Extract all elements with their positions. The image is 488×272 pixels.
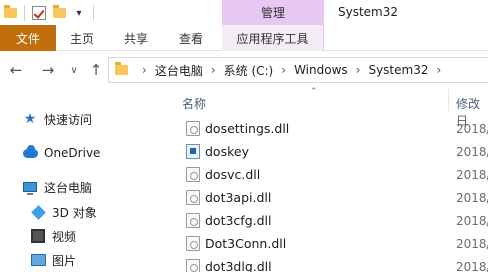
forward-arrow-icon[interactable]: → <box>38 60 58 80</box>
properties-check-icon[interactable] <box>29 3 49 23</box>
navigation-pane: ★ 快速访问 OneDrive 这台电脑 3D 对象 视频 图片 <box>0 89 170 272</box>
customize-toolbar-dropdown-icon[interactable]: ▾ <box>69 3 89 23</box>
toolbar-divider <box>93 5 94 21</box>
dll-file-icon <box>186 167 200 182</box>
column-header-name[interactable]: 名称 <box>182 95 206 112</box>
sidebar-item-label: 这台电脑 <box>44 180 93 195</box>
table-row[interactable]: Dot3Conn.dll 2018/ <box>170 232 488 255</box>
sidebar-item-quick-access[interactable]: ★ 快速访问 <box>22 109 92 129</box>
quick-access-toolbar: ▾ <box>0 2 98 24</box>
chevron-right-icon[interactable]: › <box>436 63 441 77</box>
file-name: Dot3Conn.dll <box>205 236 287 251</box>
sidebar-item-label: 图片 <box>52 253 77 268</box>
sort-ascending-icon: ⌃ <box>310 87 318 97</box>
sidebar-item-videos[interactable]: 视频 <box>30 226 76 246</box>
chevron-right-icon[interactable]: › <box>281 63 286 77</box>
file-name: dosettings.dll <box>205 121 290 136</box>
up-arrow-icon[interactable]: ↑ <box>86 60 106 80</box>
chevron-right-icon[interactable]: › <box>356 63 361 77</box>
chevron-right-icon[interactable]: › <box>211 63 216 77</box>
file-name: dosvc.dll <box>205 167 261 182</box>
breadcrumb-system32[interactable]: System32 <box>368 63 428 77</box>
cloud-icon <box>22 144 38 161</box>
folder-icon <box>115 62 128 75</box>
table-row[interactable]: dot3api.dll 2018/ <box>170 186 488 209</box>
title-bar: ▾ 管理 System32 <box>0 0 488 25</box>
file-name: dot3cfg.dll <box>205 213 272 228</box>
file-date: 2018/ <box>456 236 488 251</box>
table-row[interactable]: dot3cfg.dll 2018/ <box>170 209 488 232</box>
sidebar-item-label: 视频 <box>52 229 77 244</box>
file-date: 2018/ <box>456 259 488 272</box>
sidebar-item-this-pc[interactable]: 这台电脑 <box>22 177 92 197</box>
picture-icon <box>30 252 46 268</box>
toolbar-divider <box>24 5 25 21</box>
breadcrumb-this-pc[interactable]: 这台电脑 <box>155 62 203 79</box>
sidebar-item-pictures[interactable]: 图片 <box>30 250 76 270</box>
table-row[interactable]: dot3dlg.dll 2018/ <box>170 255 488 272</box>
exe-file-icon <box>186 144 200 159</box>
recent-locations-chevron-icon[interactable]: ∨ <box>64 60 84 80</box>
breadcrumb-windows[interactable]: Windows <box>294 63 348 77</box>
window-title: System32 <box>338 5 399 19</box>
file-date: 2018/ <box>456 121 488 136</box>
sidebar-item-label: 快速访问 <box>44 112 93 127</box>
sidebar-item-label: 3D 对象 <box>52 205 97 220</box>
back-arrow-icon[interactable]: ← <box>6 60 26 80</box>
tab-application-tools[interactable]: 应用程序工具 <box>222 25 324 51</box>
navigation-bar: ← → ∨ ↑ › 这台电脑 › 系统 (C:) › Windows › Sys… <box>0 51 488 89</box>
ribbon-tabs: 文件 主页 共享 查看 应用程序工具 <box>0 25 488 51</box>
file-name: dot3dlg.dll <box>205 259 272 272</box>
chevron-right-icon[interactable]: › <box>142 63 147 77</box>
address-bar[interactable]: › 这台电脑 › 系统 (C:) › Windows › System32 › <box>108 57 488 83</box>
manage-context-tab[interactable]: 管理 <box>222 0 324 25</box>
column-divider[interactable] <box>448 89 449 111</box>
folder-icon[interactable] <box>0 3 20 23</box>
file-date: 2018/ <box>456 144 488 159</box>
new-folder-icon[interactable] <box>49 3 69 23</box>
file-date: 2018/ <box>456 213 488 228</box>
sidebar-item-onedrive[interactable]: OneDrive <box>22 143 100 163</box>
sidebar-item-3d-objects[interactable]: 3D 对象 <box>30 202 97 222</box>
breadcrumb-system-c[interactable]: 系统 (C:) <box>224 62 274 79</box>
sidebar-item-label: OneDrive <box>44 146 101 160</box>
table-row[interactable]: doskey 2018/ <box>170 140 488 163</box>
dll-file-icon <box>186 259 200 272</box>
file-date: 2018/ <box>456 167 488 182</box>
star-icon: ★ <box>23 111 37 127</box>
dll-file-icon <box>186 213 200 228</box>
file-date: 2018/ <box>456 190 488 205</box>
dll-file-icon <box>186 190 200 205</box>
table-row[interactable]: dosettings.dll 2018/ <box>170 117 488 140</box>
tab-file[interactable]: 文件 <box>0 25 56 51</box>
cube-icon <box>30 204 46 220</box>
file-name: dot3api.dll <box>205 190 272 205</box>
file-name: doskey <box>205 144 249 159</box>
dll-file-icon <box>186 236 200 251</box>
tab-view[interactable]: 查看 <box>179 25 203 51</box>
file-list: ⌃ 名称 修改日 dosettings.dll 2018/ doskey 201… <box>170 87 488 272</box>
film-icon <box>30 228 46 244</box>
tab-home[interactable]: 主页 <box>70 25 94 51</box>
tab-share[interactable]: 共享 <box>124 25 148 51</box>
dll-file-icon <box>186 121 200 136</box>
computer-icon <box>22 179 38 195</box>
table-row[interactable]: dosvc.dll 2018/ <box>170 163 488 186</box>
